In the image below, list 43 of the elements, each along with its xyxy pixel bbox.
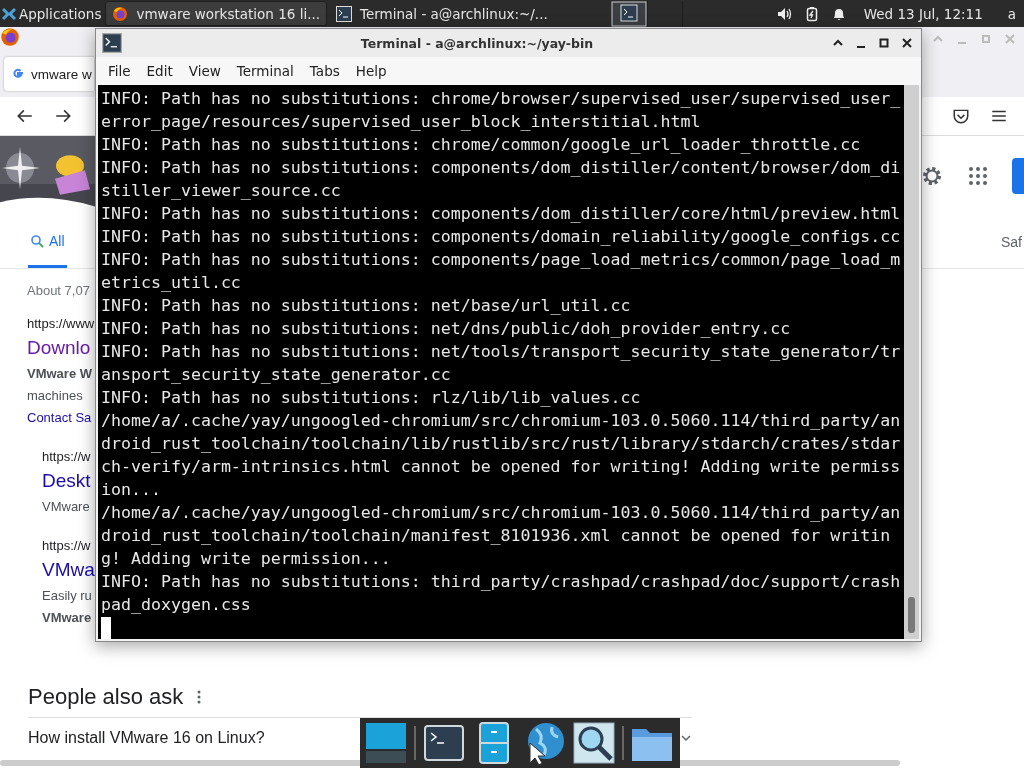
user-name[interactable]: a: [1007, 5, 1016, 22]
result-count: About 7,07: [27, 283, 90, 298]
output-line: INFO: Path has no substitutions: net/dns/public/doh_provider_entry.cc: [101, 318, 792, 340]
result-snippet: Easily ru: [42, 587, 92, 605]
menu-item[interactable]: Help: [355, 63, 387, 79]
output-line: INFO: Path has no substitutions: components/dom_distiller/core/html/preview.html: [101, 203, 902, 225]
result-url: https://www: [27, 316, 95, 331]
taskbar-button[interactable]: vmware workstation 16 li...: [105, 1, 328, 26]
taskbar-button[interactable]: Terminal - a@archlinux:~/...: [330, 1, 554, 26]
result-snippet: VMware: [42, 609, 92, 627]
output-line: /home/a/.cache/yay/ungoogled-chromium/src/chromium-103.0.5060.114/third_party/android_rust_toolchain/toolchain/manifest_8101936.xml cannot be opened for writing! Adding write permission...: [101, 502, 902, 570]
output-line: INFO: Path has no substitutions: third_party/crashpad/crashpad/doc/support/crashpad_doxygen.css: [101, 571, 902, 616]
result-link[interactable]: Contact Sa: [27, 407, 92, 429]
window-title: Terminal - a@archlinux:~/yay-bin: [359, 35, 595, 51]
output-line: INFO: Path has no substitutions: net/base/url_util.cc: [101, 295, 632, 317]
result-snippet: VMware: [42, 498, 90, 516]
result-snippet: machines: [27, 387, 83, 405]
output-line: INFO: Path has no substitutions: rlz/lib/lib_values.cc: [101, 387, 642, 409]
result-title[interactable]: Deskt: [42, 470, 91, 492]
applications-menu[interactable]: Applications: [0, 0, 106, 27]
result-url: https://w: [42, 538, 91, 553]
result-snippet: VMware W: [27, 365, 92, 383]
browser-tab[interactable]: vmware w: [4, 57, 94, 91]
menu-item[interactable]: Tabs: [309, 63, 340, 79]
menu-item[interactable]: Edit: [146, 63, 173, 79]
menu-item[interactable]: Terminal: [236, 63, 294, 79]
output-line: /home/a/.cache/yay/ungoogled-chromium/src/chromium-103.0.5060.114/third_party/android_rust_toolchain/toolchain/lib/rustlib/src/rust/library/stdarch/crates/stdarch-verify/arm-intrinsics.html cannot be opened for writing! Adding write permission...: [101, 410, 902, 501]
output-line: INFO: Path has no substitutions: components/domain_reliability/google_configs.cc: [101, 226, 902, 248]
output-line: INFO: Path has no substitutions: net/tools/transport_security_state_generator/transport_security_state_generator.cc: [101, 341, 902, 386]
result-title[interactable]: VMwa: [42, 559, 95, 581]
menu-item[interactable]: View: [188, 63, 221, 79]
question[interactable]: How install VMware 16 on Linux?: [28, 729, 265, 747]
search-tab[interactable]: Saf: [1001, 234, 1022, 250]
output-line: INFO: Path has no substitutions: chrome/common/google_url_loader_throttle.cc: [101, 134, 862, 156]
menu-item[interactable]: File: [108, 63, 131, 79]
clock[interactable]: Wed 13 Jul, 12:11: [863, 5, 983, 22]
section-heading: People also ask: [28, 684, 184, 710]
output-line: INFO: Path has no substitutions: components/page_load_metrics/common/page_load_metrics_util.cc: [101, 249, 902, 294]
output-line: INFO: Path has no substitutions: chrome/browser/supervised_user/supervised_user_error_page/resources/supervised_user_block_interstitial.html: [101, 88, 902, 133]
result-title[interactable]: Downlo: [27, 337, 91, 359]
result-url: https://w: [42, 449, 91, 464]
search-tab[interactable]: All: [28, 216, 67, 268]
output-line: INFO: Path has no substitutions: components/dom_distiller/content/browser/dom_distiller_viewer_source.cc: [101, 157, 902, 202]
